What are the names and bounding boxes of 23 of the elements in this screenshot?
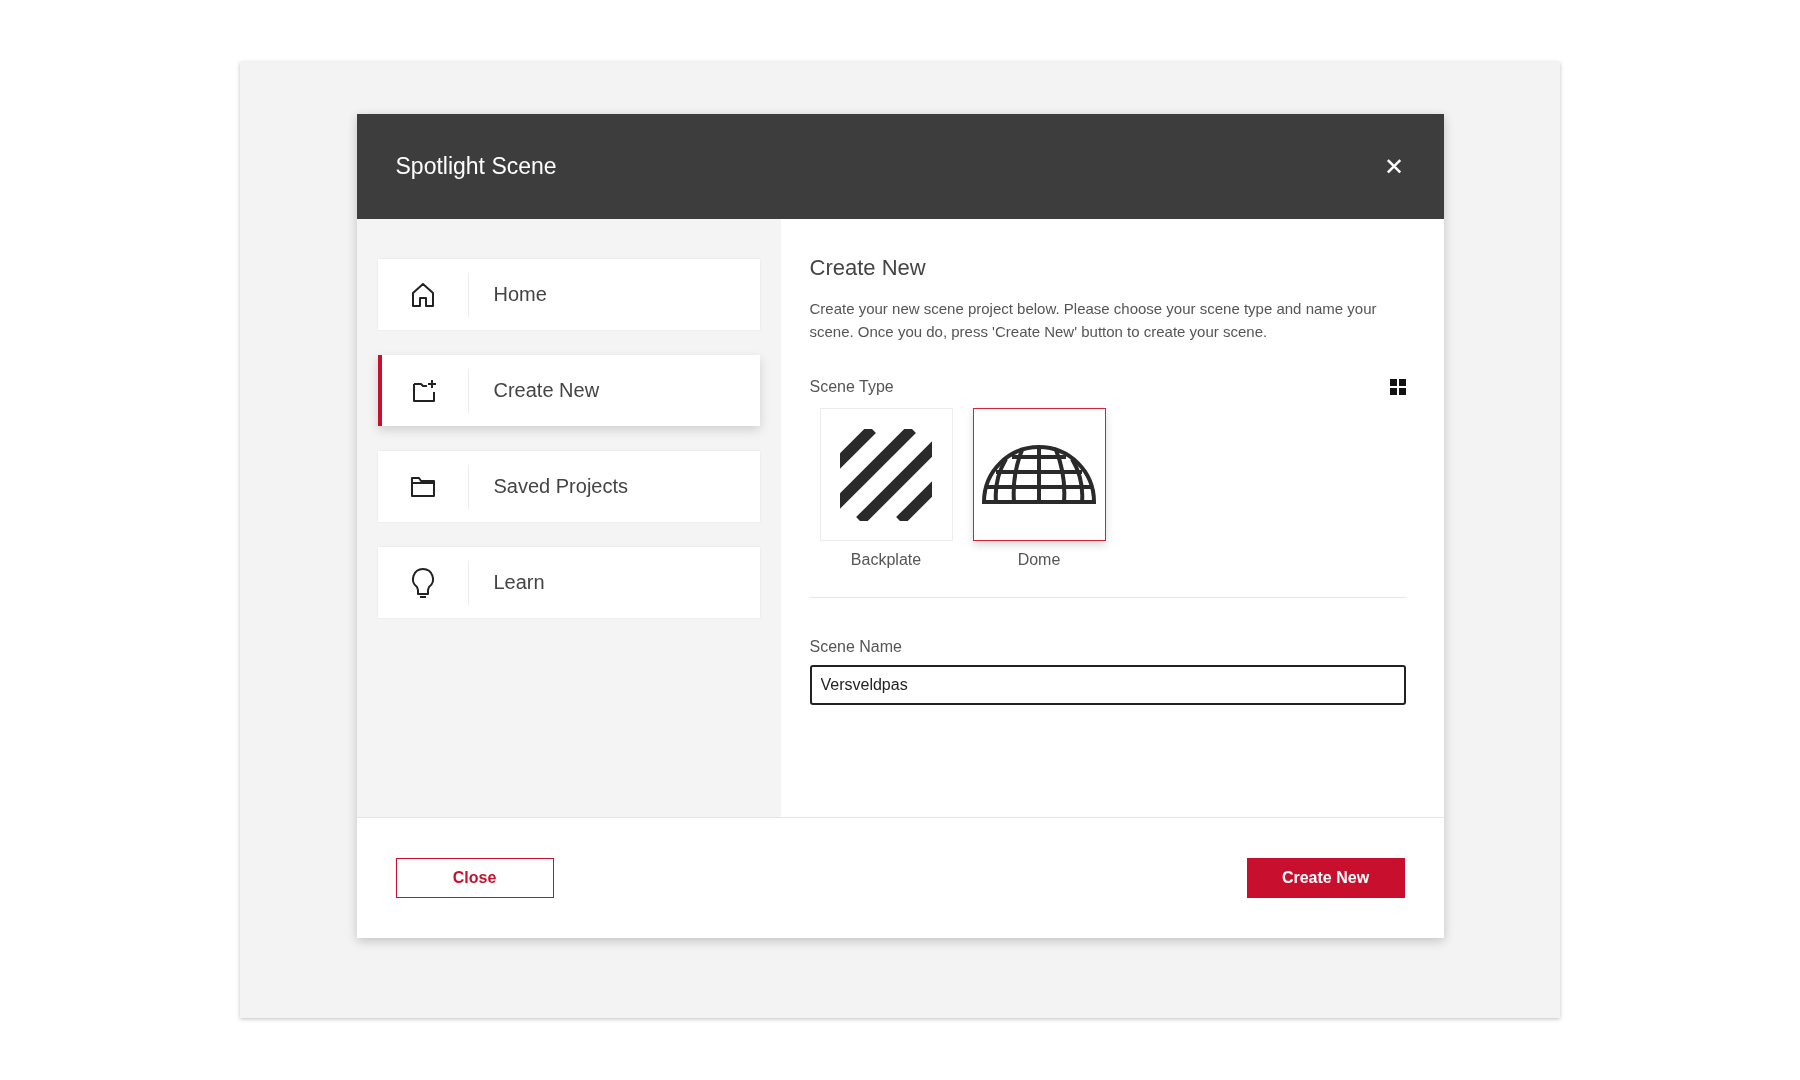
sidebar-item[interactable]: Saved Projects [377, 451, 760, 522]
dialog-title: Spotlight Scene [395, 153, 557, 180]
description: Create your new scene project below. Please choose your scene type and name your scene. Once you do, press 'Create New' button to create your scene. [809, 299, 1378, 342]
scene-type-label: Scene Type [809, 378, 894, 396]
home-icon [409, 281, 436, 308]
section-heading: Create New [809, 255, 927, 281]
diagonal-stripes-icon [840, 428, 932, 521]
create-button[interactable]: Create New [1246, 858, 1405, 898]
folder-icon [409, 475, 436, 498]
sidebar-item[interactable]: Create New [377, 355, 760, 426]
folder-plus-icon [411, 378, 438, 403]
sidebar-item[interactable]: Learn [377, 547, 760, 618]
grid-view-icon[interactable] [1389, 379, 1406, 395]
sidebar-item[interactable]: Home [377, 259, 760, 330]
lightbulb-icon [409, 566, 436, 599]
close-dialog-button[interactable]: Close [395, 858, 554, 898]
scene-name-field[interactable]: Versveldpas [809, 665, 1406, 705]
scene-type-name: Dome [1017, 551, 1061, 569]
close-button[interactable]: ✕ [1383, 154, 1404, 179]
scene-type-name: Backplate [850, 551, 922, 569]
scene-name-label: Scene Name [809, 638, 903, 656]
scene-type-tile[interactable] [972, 408, 1106, 541]
dome-icon [982, 444, 1096, 505]
